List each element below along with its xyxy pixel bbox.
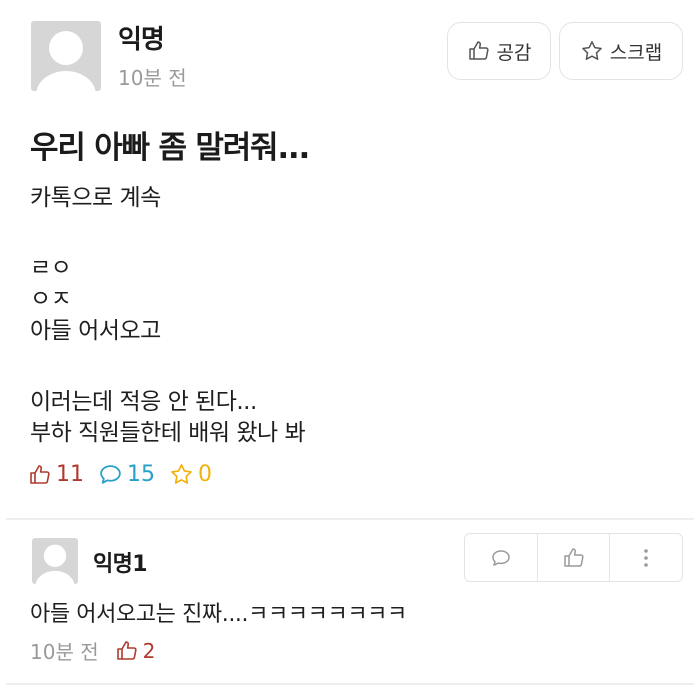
scrap-count-value: 0 xyxy=(198,462,212,487)
comment-meta: 10분 전 2 xyxy=(30,636,155,665)
comment-actions xyxy=(464,533,683,582)
speech-bubble-icon xyxy=(492,549,510,566)
comment-like-value: 2 xyxy=(142,638,156,663)
comment-time: 10분 전 xyxy=(30,640,99,664)
post-body-line: 아들 어서오고 xyxy=(30,318,161,344)
default-avatar-icon xyxy=(35,544,75,584)
scrap-button-label: 스크랩 xyxy=(609,41,663,64)
post-body-line: 이러는데 적응 안 된다... xyxy=(30,389,257,415)
thumbs-up-icon xyxy=(468,41,489,60)
star-icon xyxy=(171,464,192,484)
post-stats: 11 15 0 xyxy=(28,462,226,487)
author-avatar xyxy=(31,21,101,91)
post-body-line: ㅇㅈ xyxy=(30,286,72,312)
post-author: 익명 xyxy=(118,25,165,55)
comment-count-value: 15 xyxy=(127,462,155,487)
thumbs-up-icon xyxy=(30,464,50,484)
scrap-count: 0 xyxy=(169,462,212,487)
comment-avatar xyxy=(32,538,78,584)
post-body-line: ㄹㅇ xyxy=(30,255,72,281)
more-options-button[interactable] xyxy=(609,534,682,581)
comment-count: 15 xyxy=(98,462,155,487)
thumbs-up-icon xyxy=(563,547,584,567)
comment-like-button[interactable] xyxy=(536,534,610,581)
like-count: 11 xyxy=(28,462,84,487)
reply-button[interactable] xyxy=(465,534,537,581)
more-vertical-icon xyxy=(644,548,648,567)
scrap-button[interactable]: 스크랩 xyxy=(559,22,683,80)
like-button[interactable]: 공감 xyxy=(447,22,551,80)
post-time: 10분 전 xyxy=(118,66,187,90)
default-avatar-icon xyxy=(36,31,96,91)
divider xyxy=(6,518,694,520)
comment-text: 아들 어서오고는 진짜....ㅋㅋㅋㅋㅋㅋㅋㅋ xyxy=(30,602,407,627)
post-body-line: 카톡으로 계속 xyxy=(30,185,161,211)
like-button-label: 공감 xyxy=(496,41,532,64)
comment-author: 익명1 xyxy=(93,552,148,577)
star-icon xyxy=(581,41,602,60)
speech-bubble-icon xyxy=(100,465,121,484)
comment-like-count: 2 xyxy=(115,638,156,663)
post-title: 우리 아빠 좀 말려줘... xyxy=(30,130,310,166)
like-count-value: 11 xyxy=(56,462,84,487)
post-body-line: 부하 직원들한테 배워 왔나 봐 xyxy=(30,420,306,446)
thumbs-up-icon xyxy=(116,640,137,660)
divider xyxy=(6,683,694,685)
